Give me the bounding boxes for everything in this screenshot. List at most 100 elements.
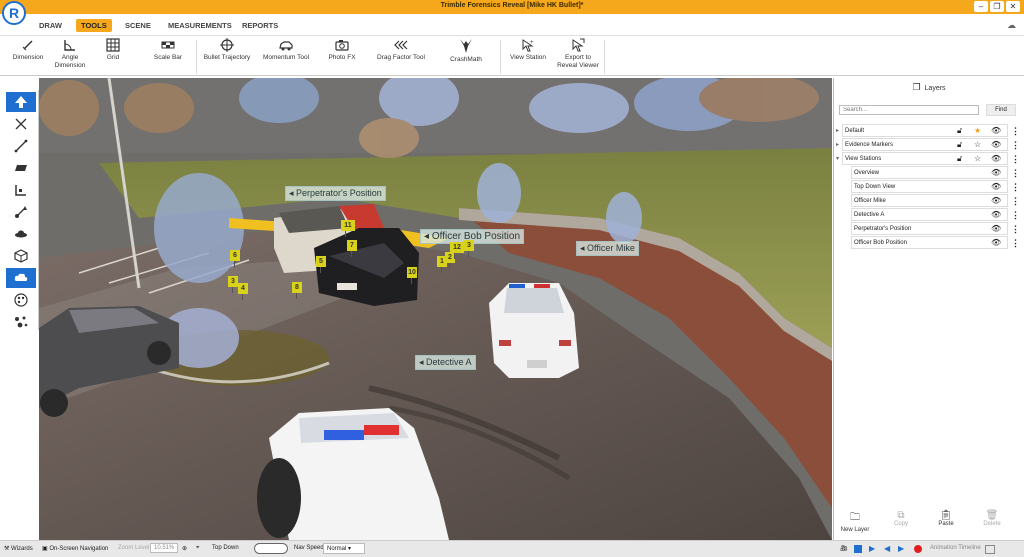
angle-dimension-button[interactable]: Angle Dimension [50,38,90,70]
evidence-marker[interactable]: 11 [341,220,355,237]
menu-reports[interactable]: REPORTS [237,19,283,32]
select-tool[interactable] [6,92,36,112]
lock-icon[interactable]: 🔓︎ [957,139,962,151]
stop-icon[interactable] [854,545,862,553]
drag-factor-tool-button[interactable]: Drag Factor Tool [376,38,426,62]
export-reveal-viewer-button[interactable]: Export to Reveal Viewer [556,38,600,70]
evidence-marker[interactable]: 12 [450,242,464,259]
evidence-marker[interactable]: 8 [292,282,302,299]
play-icon[interactable]: ▶ [869,544,875,553]
eye-icon[interactable]: 👁︎ [991,209,1001,221]
cube-tool[interactable] [6,246,36,266]
evidence-marker[interactable]: 3 [228,276,238,293]
eye-icon[interactable]: 👁︎ [991,223,1001,235]
station-row[interactable]: Top Down View 👁︎ ⋮ [851,180,1020,193]
close-button[interactable]: ✕ [1006,1,1020,12]
expand-icon[interactable]: ▸ [836,125,839,137]
star-icon[interactable]: ☆ [974,153,981,165]
station-row[interactable]: Overview 👁︎ ⋮ [851,166,1020,179]
more-icon[interactable]: ⋮ [1011,125,1020,137]
crosshair-nav-icon[interactable]: ⌖ [196,545,199,552]
more-icon[interactable]: ⋮ [1011,209,1020,221]
animation-timeline-label[interactable]: Animation Timeline [930,545,981,551]
station-row[interactable]: Officer Mike 👁︎ ⋮ [851,194,1020,207]
station-row[interactable]: Detective A 👁︎ ⋮ [851,208,1020,221]
layer-row-view-stations[interactable]: ▾ View Stations 🔓︎ ☆ 👁︎ ⋮ [836,152,1020,165]
corner-tool[interactable] [6,180,36,200]
momentum-tool-button[interactable]: Momentum Tool [262,38,310,62]
view-station-button[interactable]: + View Station [508,38,548,62]
vector-tool[interactable] [6,202,36,222]
zoom-icon[interactable]: ⊕ [182,545,187,552]
eye-icon[interactable]: 👁︎ [991,181,1001,193]
evidence-marker[interactable]: 7 [347,240,357,257]
more-icon[interactable]: ⋮ [1011,139,1020,151]
line-tool[interactable] [6,136,36,156]
zoom-level-input[interactable]: 10.51% [150,543,179,553]
photo-fx-button[interactable]: Photo FX [324,38,360,62]
more-icon[interactable]: ⋮ [1011,153,1020,165]
move-tool[interactable] [6,114,36,134]
evidence-marker[interactable]: 3 [464,240,474,257]
wizards-button[interactable]: ⚒ Wizards [4,545,33,552]
star-icon[interactable]: ★ [974,125,981,137]
eye-icon[interactable]: 👁︎ [991,139,1001,151]
crashmath-button[interactable]: CrashMath [446,38,486,64]
lock-icon[interactable]: 🔓︎ [957,153,962,165]
point-cloud-viewport[interactable]: ◂ Perpetrator's Position ◂ Officer Bob P… [39,78,832,540]
eye-icon[interactable]: 👁︎ [991,167,1001,179]
copy-button[interactable]: ⧉ Copy [884,510,918,527]
color-tool[interactable] [6,290,36,310]
star-icon[interactable]: ☆ [974,139,981,151]
layer-row-default[interactable]: ▸ Default 🔓︎ ★ 👁︎ ⋮ [836,124,1020,137]
find-button[interactable]: Find [986,104,1016,116]
menu-scene[interactable]: SCENE [120,19,156,32]
delete-button[interactable]: 🗑︎ Delete [975,510,1009,527]
bullet-trajectory-button[interactable]: Bullet Trajectory [202,38,252,62]
surface-tool[interactable] [6,158,36,178]
eye-icon[interactable]: 👁︎ [991,237,1001,249]
more-icon[interactable]: ⋮ [1011,237,1020,249]
collapse-icon[interactable]: ▾ [836,153,839,165]
maximize-button[interactable]: ❐ [990,1,1004,12]
orbit-tool[interactable] [6,224,36,244]
eye-icon[interactable]: 👁︎ [991,195,1001,207]
paste-button[interactable]: 📋︎ Paste [929,510,963,527]
cloud-icon[interactable]: ☁ [1007,20,1016,31]
scatter-tool[interactable] [6,312,36,332]
layers-search-input[interactable] [839,105,979,115]
nav-speed-select[interactable]: Normal ▾ [323,543,365,554]
top-down-toggle[interactable] [254,543,288,554]
camera-record-icon[interactable]: 🎥︎ [840,545,848,552]
eye-icon[interactable]: 👁︎ [991,153,1001,165]
new-layer-button[interactable]: 🗀︎ New Layer [838,510,872,533]
dimension-button[interactable]: Dimension [8,38,48,62]
evidence-marker[interactable]: 5 [316,256,326,273]
view-station-label-detective[interactable]: ◂ Detective A [415,355,476,370]
more-icon[interactable]: ⋮ [1011,195,1020,207]
menu-tools[interactable]: TOOLS [76,19,112,32]
minimize-button[interactable]: – [974,1,988,12]
layer-row-evidence-markers[interactable]: ▸ Evidence Markers 🔓︎ ☆ 👁︎ ⋮ [836,138,1020,151]
more-icon[interactable]: ⋮ [1011,167,1020,179]
step-forward-icon[interactable]: ▶ [898,544,904,553]
scale-bar-button[interactable]: Scale Bar [148,38,188,62]
menu-draw[interactable]: DRAW [34,19,67,32]
point-cloud-tool[interactable] [6,268,36,288]
evidence-marker[interactable]: 4 [238,283,248,300]
record-icon[interactable] [914,545,922,553]
view-station-label-officer-mike[interactable]: ◂ Officer Mike [576,241,639,256]
eye-icon[interactable]: 👁︎ [991,125,1001,137]
timeline-toggle-icon[interactable] [985,545,995,554]
lock-icon[interactable]: 🔓︎ [957,125,962,137]
expand-icon[interactable]: ▸ [836,139,839,151]
menu-measurements[interactable]: MEASUREMENTS [163,19,237,32]
grid-button[interactable]: Grid [98,38,128,62]
more-icon[interactable]: ⋮ [1011,223,1020,235]
onscreen-nav-button[interactable]: ▣ On-Screen Navigation [42,545,108,552]
more-icon[interactable]: ⋮ [1011,181,1020,193]
station-row[interactable]: Perpetrator's Position 👁︎ ⋮ [851,222,1020,235]
step-back-icon[interactable]: ◀ [884,544,890,553]
station-row[interactable]: Officer Bob Position 👁︎ ⋮ [851,236,1020,249]
evidence-marker[interactable]: 6 [230,250,240,267]
